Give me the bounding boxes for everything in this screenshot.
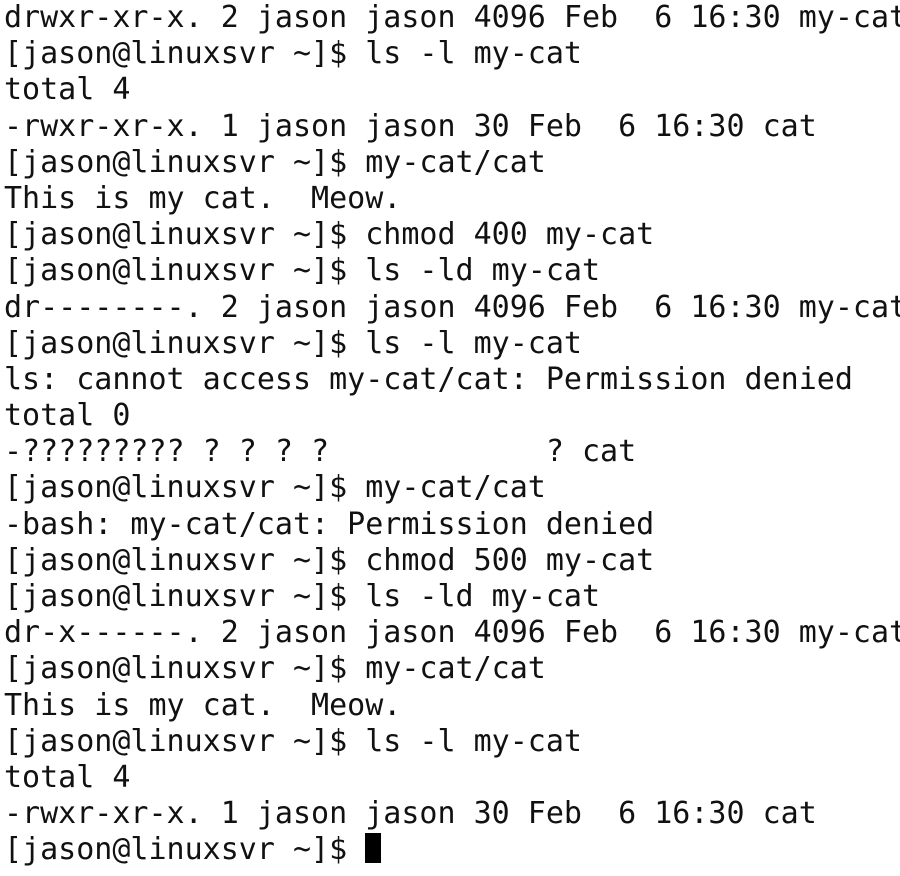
output-line: drwxr-xr-x. 2 jason jason 4096 Feb 6 16:… — [4, 0, 900, 35]
output-line: -????????? ? ? ? ? ? cat — [4, 434, 637, 470]
prompt-line: [jason@linuxsvr ~]$ ls -ld my-cat — [4, 579, 900, 615]
output-line: -rwxr-xr-x. 1 jason jason 30 Feb 6 16:30… — [4, 108, 817, 144]
output-line: -rwxr-xr-x. 1 jason jason 30 Feb 6 16:30… — [4, 796, 817, 832]
prompt: [jason@linuxsvr ~]$ — [4, 723, 366, 759]
prompt: [jason@linuxsvr ~]$ — [4, 253, 366, 289]
prompt-line: [jason@linuxsvr ~]$ ls -l my-cat — [4, 326, 900, 362]
command-text: ls -l my-cat — [365, 36, 582, 72]
output-line: total 0 — [4, 398, 131, 434]
prompt-line: [jason@linuxsvr ~]$ my-cat/cat — [4, 145, 900, 181]
command-text: my-cat/cat — [365, 144, 546, 180]
active-prompt-line[interactable]: [jason@linuxsvr ~]$ — [4, 832, 900, 868]
terminal-output: drwxr-xr-x. 2 jason jason 4096 Feb 6 16:… — [4, 0, 900, 832]
prompt: [jason@linuxsvr ~]$ — [4, 832, 366, 868]
command-text: my-cat/cat — [365, 470, 546, 506]
prompt: [jason@linuxsvr ~]$ — [4, 144, 366, 180]
prompt-line: [jason@linuxsvr ~]$ ls -l my-cat — [4, 36, 900, 72]
prompt: [jason@linuxsvr ~]$ — [4, 651, 366, 687]
output-line: total 4 — [4, 759, 131, 795]
terminal-window[interactable]: drwxr-xr-x. 2 jason jason 4096 Feb 6 16:… — [0, 0, 900, 876]
prompt: [jason@linuxsvr ~]$ — [4, 325, 366, 361]
prompt-line: [jason@linuxsvr ~]$ ls -l my-cat — [4, 724, 900, 760]
command-text: chmod 500 my-cat — [365, 542, 655, 578]
prompt-line: [jason@linuxsvr ~]$ my-cat/cat — [4, 651, 900, 687]
prompt-line: [jason@linuxsvr ~]$ my-cat/cat — [4, 470, 900, 506]
command-text: my-cat/cat — [365, 651, 546, 687]
prompt: [jason@linuxsvr ~]$ — [4, 579, 366, 614]
prompt-line: [jason@linuxsvr ~]$ ls -ld my-cat — [4, 253, 900, 289]
output-line: total 4 — [4, 72, 131, 108]
command-text: ls -ld my-cat — [365, 579, 601, 614]
prompt: [jason@linuxsvr ~]$ — [4, 542, 366, 578]
output-line: This is my cat. Meow. — [4, 180, 402, 216]
command-text: ls -l my-cat — [365, 325, 582, 361]
prompt-line: [jason@linuxsvr ~]$ chmod 500 my-cat — [4, 543, 900, 579]
output-line: This is my cat. Meow. — [4, 687, 402, 723]
output-line: -bash: my-cat/cat: Permission denied — [4, 506, 655, 542]
output-line: dr-x------. 2 jason jason 4096 Feb 6 16:… — [4, 615, 900, 651]
output-line: dr--------. 2 jason jason 4096 Feb 6 16:… — [4, 289, 900, 325]
prompt-line: [jason@linuxsvr ~]$ chmod 400 my-cat — [4, 217, 900, 253]
output-line: ls: cannot access my-cat/cat: Permission… — [4, 361, 853, 397]
prompt: [jason@linuxsvr ~]$ — [4, 36, 366, 72]
command-text: ls -l my-cat — [365, 723, 582, 759]
command-text: ls -ld my-cat — [365, 253, 601, 289]
command-text: chmod 400 my-cat — [365, 217, 655, 253]
prompt: [jason@linuxsvr ~]$ — [4, 217, 366, 253]
prompt: [jason@linuxsvr ~]$ — [4, 470, 366, 506]
cursor — [365, 833, 382, 864]
